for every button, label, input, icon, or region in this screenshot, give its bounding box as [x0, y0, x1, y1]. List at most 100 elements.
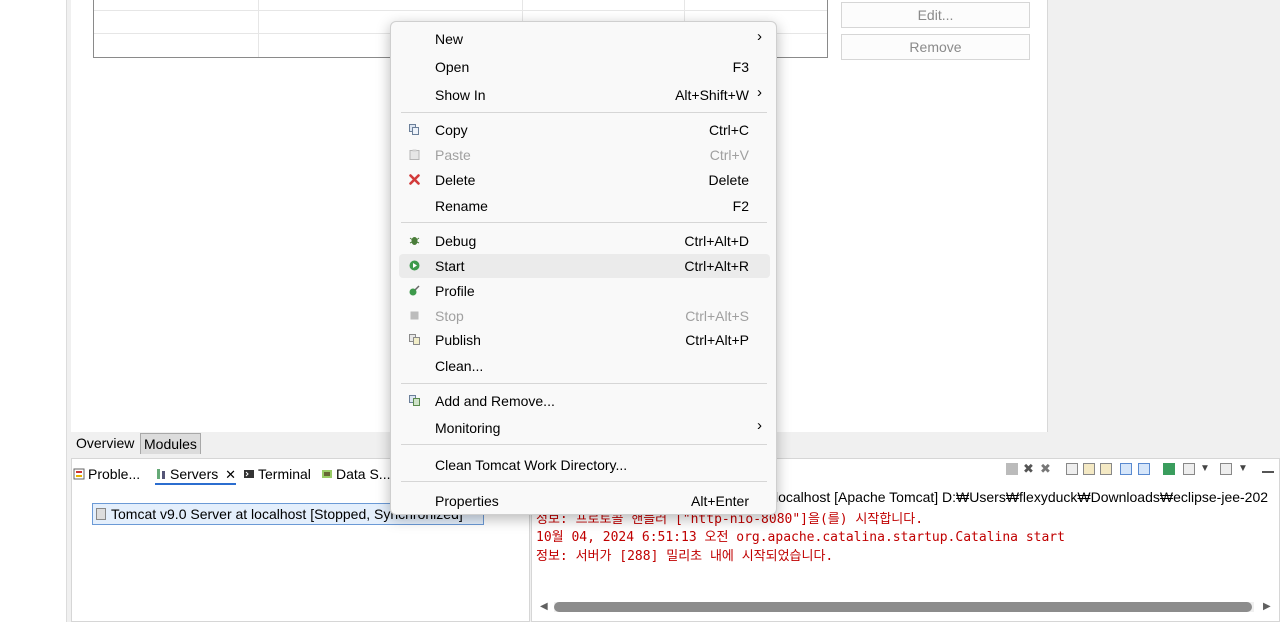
- display-console-icon[interactable]: [1183, 463, 1195, 475]
- menu-item-shortcut: Ctrl+Alt+R: [684, 258, 749, 274]
- menu-item-shortcut: Ctrl+Alt+D: [684, 233, 749, 249]
- menu-item-show-in[interactable]: Show In Alt+Shift+W ›: [399, 83, 770, 107]
- start-icon: [409, 260, 420, 271]
- tab-terminal[interactable]: Terminal: [243, 463, 311, 485]
- menu-item-rename[interactable]: Rename F2: [399, 194, 770, 218]
- remove-launch-icon[interactable]: ✖: [1023, 462, 1035, 475]
- menu-item-label: Stop: [435, 308, 464, 324]
- menu-item-monitoring[interactable]: Monitoring ›: [399, 416, 770, 440]
- menu-item-label: New: [435, 31, 464, 47]
- left-panel: [0, 0, 67, 622]
- menu-item-label: Debug: [435, 233, 477, 249]
- problems-icon: [73, 468, 85, 480]
- console-line: 10월 04, 2024 6:51:13 오전 org.apache.catal…: [536, 530, 1065, 545]
- tab-data-source[interactable]: Data S...: [321, 463, 390, 485]
- menu-item-label: Add and Remove...: [435, 393, 555, 409]
- menu-separator: [401, 222, 767, 223]
- menu-item-start[interactable]: Start Ctrl+Alt+R: [399, 254, 770, 278]
- menu-item-clean[interactable]: Clean...: [399, 354, 770, 378]
- edit-button[interactable]: Edit...: [841, 2, 1030, 28]
- close-icon[interactable]: ✕: [225, 467, 236, 482]
- table-row[interactable]: [94, 10, 827, 11]
- menu-item-properties[interactable]: Properties Alt+Enter: [399, 489, 770, 513]
- clear-console-icon[interactable]: [1066, 463, 1078, 475]
- scroll-left-icon[interactable]: ◀: [540, 600, 548, 614]
- console-horizontal-scrollbar[interactable]: ◀ ▶: [536, 600, 1276, 614]
- menu-item-shortcut: Alt+Shift+W: [675, 87, 749, 103]
- delete-icon: [409, 174, 420, 185]
- pin-console-icon[interactable]: [1163, 463, 1175, 475]
- menu-item-open[interactable]: Open F3: [399, 55, 770, 79]
- open-console-icon[interactable]: [1220, 463, 1232, 475]
- menu-item-label: Paste: [435, 147, 471, 163]
- menu-item-label: Delete: [435, 172, 476, 188]
- remove-button[interactable]: Remove: [841, 34, 1030, 60]
- menu-item-shortcut: Alt+Enter: [691, 493, 749, 509]
- menu-item-add-and-remove[interactable]: Add and Remove...: [399, 389, 770, 413]
- chevron-right-icon: ›: [757, 84, 762, 101]
- remove-all-icon[interactable]: ✖: [1040, 462, 1052, 475]
- right-panel: [1049, 0, 1280, 432]
- tab-label: Servers: [170, 466, 219, 482]
- menu-item-publish[interactable]: Publish Ctrl+Alt+P: [399, 328, 770, 352]
- tab-overview[interactable]: Overview: [73, 433, 137, 454]
- profile-icon: [409, 285, 420, 296]
- tab-servers[interactable]: Servers ✕: [155, 463, 237, 485]
- show-on-stdout-icon[interactable]: [1120, 463, 1132, 475]
- scroll-right-icon[interactable]: ▶: [1263, 600, 1271, 614]
- menu-item-new[interactable]: New ›: [399, 27, 770, 51]
- menu-item-shortcut: F3: [732, 59, 749, 75]
- tab-modules[interactable]: Modules: [140, 433, 201, 454]
- menu-item-label: Copy: [435, 122, 468, 138]
- publish-icon: [409, 334, 420, 345]
- menu-item-shortcut: Ctrl+Alt+P: [685, 332, 749, 348]
- menu-item-label: Monitoring: [435, 420, 501, 436]
- menu-item-label: Properties: [435, 493, 499, 509]
- menu-item-paste[interactable]: Paste Ctrl+V: [399, 143, 770, 167]
- menu-separator: [401, 112, 767, 113]
- show-on-stderr-icon[interactable]: [1138, 463, 1150, 475]
- scrollbar-thumb[interactable]: [554, 602, 1252, 612]
- menu-item-copy[interactable]: Copy Ctrl+C: [399, 118, 770, 142]
- menu-item-shortcut: Ctrl+C: [708, 122, 749, 138]
- menu-item-debug[interactable]: Debug Ctrl+Alt+D: [399, 229, 770, 253]
- menu-item-profile[interactable]: Profile: [399, 279, 770, 303]
- menu-item-stop[interactable]: Stop Ctrl+Alt+S: [399, 304, 770, 328]
- tab-label: Terminal: [258, 466, 311, 482]
- menu-separator: [401, 481, 767, 482]
- menu-separator: [401, 444, 767, 445]
- menu-item-shortcut: F2: [732, 198, 749, 214]
- servers-icon: [157, 469, 165, 479]
- copy-icon: [409, 124, 419, 135]
- scroll-lock-icon[interactable]: [1083, 463, 1095, 475]
- menu-item-label: Publish: [435, 332, 481, 348]
- minimize-icon[interactable]: [1262, 465, 1274, 473]
- menu-item-label: Profile: [435, 283, 475, 299]
- paste-icon: [409, 149, 420, 160]
- menu-item-delete[interactable]: Delete Delete: [399, 168, 770, 192]
- console-title: localhost [Apache Tomcat] D:₩Users₩flexy…: [775, 489, 1269, 505]
- chevron-down-icon[interactable]: ▼: [1200, 463, 1212, 475]
- tab-label: Data S...: [336, 466, 391, 482]
- menu-separator: [401, 383, 767, 384]
- menu-item-clean-tomcat-work-directory[interactable]: Clean Tomcat Work Directory...: [399, 453, 770, 477]
- add-remove-icon: [409, 395, 420, 406]
- tab-label: Proble...: [88, 466, 141, 482]
- chevron-right-icon: ›: [757, 28, 762, 45]
- menu-item-label: Open: [435, 59, 470, 75]
- terminate-icon[interactable]: [1006, 463, 1018, 475]
- menu-item-label: Show In: [435, 87, 486, 103]
- word-wrap-icon[interactable]: [1100, 463, 1112, 475]
- server-icon: [96, 508, 106, 520]
- menu-item-label: Clean Tomcat Work Directory...: [435, 457, 628, 473]
- chevron-right-icon: ›: [757, 417, 762, 434]
- menu-item-label: Start: [435, 258, 465, 274]
- terminal-icon: [244, 470, 254, 478]
- menu-item-label: Clean...: [435, 358, 484, 374]
- tab-problems[interactable]: Proble...: [73, 463, 140, 485]
- data-source-icon: [322, 470, 332, 478]
- menu-item-shortcut: Ctrl+Alt+S: [685, 308, 749, 324]
- menu-item-shortcut: Ctrl+V: [709, 147, 749, 163]
- stop-icon: [410, 311, 419, 320]
- chevron-down-icon[interactable]: ▼: [1238, 463, 1250, 475]
